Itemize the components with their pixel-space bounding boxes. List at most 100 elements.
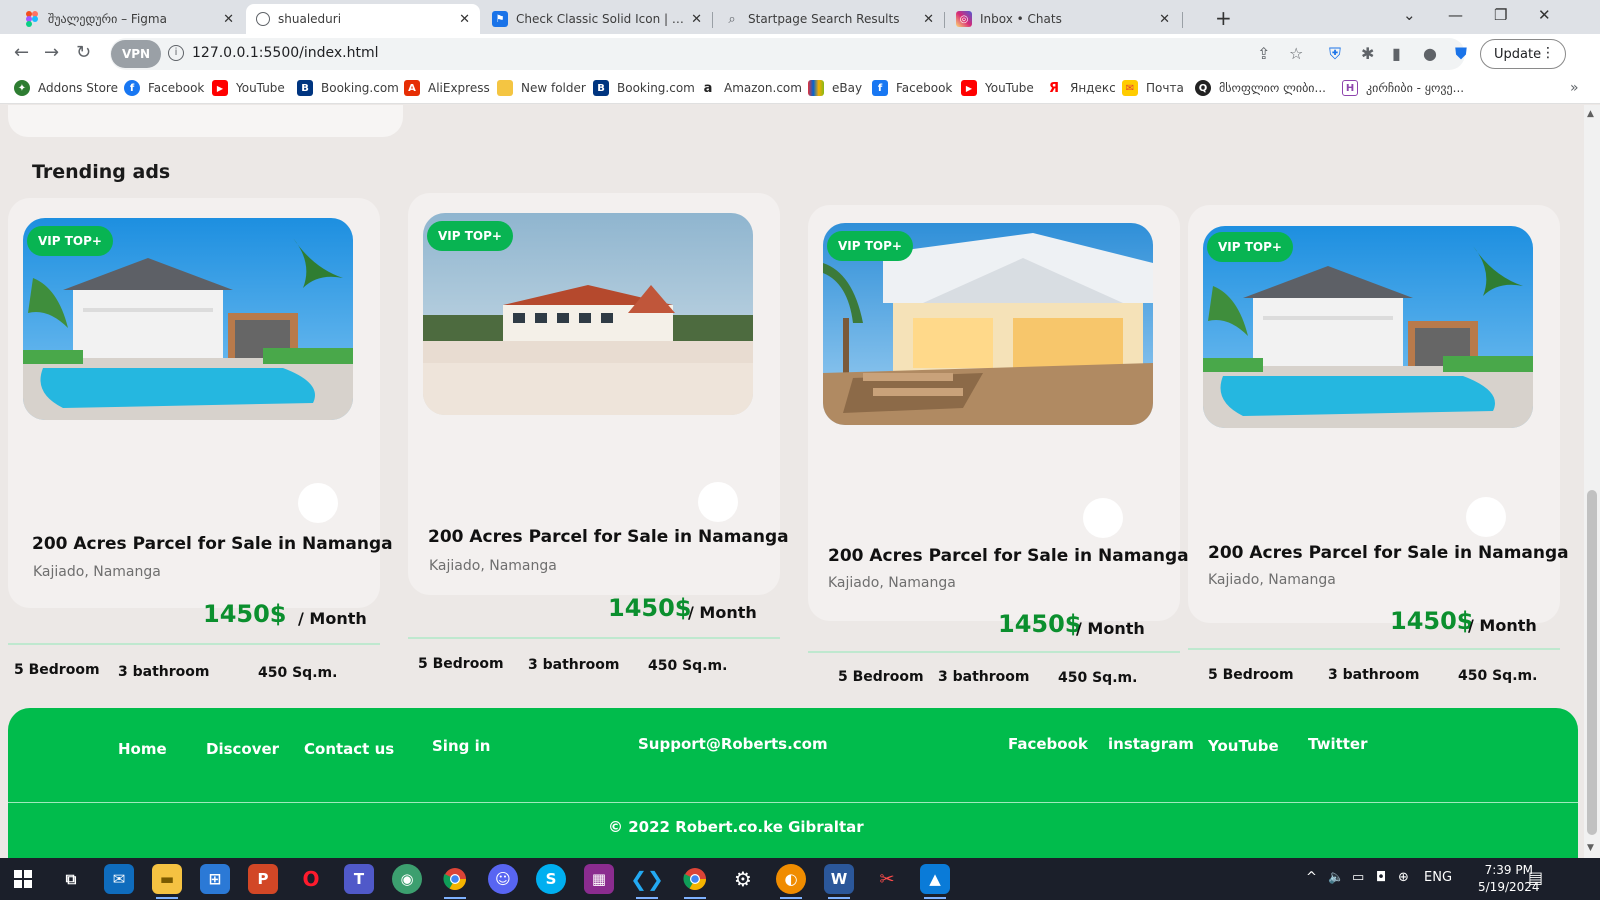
back-arrow-icon[interactable]: ← [14,42,29,63]
bookmark-star-icon[interactable]: ☆ [1289,44,1303,63]
youtube-icon: ▶ [212,80,228,96]
tab-close-icon[interactable]: ✕ [923,12,934,27]
menu-dots-icon[interactable]: ⋮ [1541,45,1555,61]
bookmark-georgian-1[interactable]: Qმსოფლიო ლიბი... [1195,80,1326,96]
site-info-icon[interactable]: i [168,45,184,61]
tab-shualeduri[interactable]: shualeduri ✕ [246,4,480,34]
property-card[interactable]: VIP TOP+ 200 Acres Parcel for Sale in Na… [808,205,1189,686]
update-button[interactable]: Update ⋮ [1480,39,1566,69]
tab-figma[interactable]: შუალედური – Figma ✕ [14,4,244,34]
minimize-icon[interactable]: — [1448,6,1463,24]
more-bookmarks-icon[interactable]: » [1570,80,1579,96]
tab-close-icon[interactable]: ✕ [459,12,470,27]
teams-icon[interactable]: T [344,864,374,894]
presentation-app-icon[interactable]: P [248,864,278,894]
share-icon[interactable]: ⇪ [1257,44,1270,63]
bookmark-new-folder[interactable]: New folder [497,80,586,96]
footer-link-facebook[interactable]: Facebook [1008,735,1088,753]
mail-app-icon[interactable]: ✉ [104,864,134,894]
footer-support-email[interactable]: Support@Roberts.com [638,735,828,753]
snipping-tool-icon[interactable]: ✂ [872,864,902,894]
winrar-icon[interactable]: ▦ [584,864,614,894]
scroll-down-arrow-icon[interactable]: ▼ [1587,843,1594,853]
bookmark-pochta[interactable]: ✉ Почта [1122,80,1184,96]
windows-start-icon[interactable] [8,864,38,894]
skype-icon[interactable]: S [536,864,566,894]
footer-link-twitter[interactable]: Twitter [1308,735,1368,753]
footer-link-youtube[interactable]: YouTube [1208,737,1279,755]
chrome-profile-icon[interactable] [680,864,710,899]
discord-icon[interactable]: ☺ [488,864,518,894]
bookmark-yandex[interactable]: Я Яндекс [1046,80,1116,96]
globe-app-icon[interactable]: ◉ [392,864,422,894]
chrome-icon[interactable] [440,864,470,899]
tab-startpage[interactable]: ⌕ Startpage Search Results ✕ [714,4,944,34]
store-icon[interactable]: ⊞ [200,864,230,894]
tab-instagram[interactable]: ◎ Inbox • Chats ✕ [946,4,1180,34]
bookmark-aliexpress[interactable]: A AliExpress [404,80,490,96]
bookmark-youtube-2[interactable]: ▶ YouTube [961,80,1034,96]
bookmark-facebook[interactable]: f Facebook [124,80,204,96]
footer-link-home[interactable]: Home [118,740,167,758]
footer-link-contact[interactable]: Contact us [304,740,394,758]
footer-link-instagram[interactable]: instagram [1108,735,1194,753]
vscode-icon[interactable]: ❮❯ [630,864,664,899]
battery-icon[interactable]: ▭ [1352,870,1364,885]
footer-link-sign-in[interactable]: Sing in [432,737,490,755]
network-globe-icon[interactable]: ⊕ [1398,870,1409,885]
tab-close-icon[interactable]: ✕ [223,12,234,27]
price-period: / Month [1076,619,1145,638]
shield-extension-icon[interactable]: ⛨ [1329,44,1341,64]
photos-icon[interactable]: ▲ [920,864,950,899]
opera-icon[interactable]: O [296,864,326,894]
bookmark-georgian-2[interactable]: Hკირჩიბი - ყოვე... [1342,80,1464,96]
bookmark-facebook-2[interactable]: f Facebook [872,80,952,96]
vpn-shield-icon[interactable]: ⛊ [1455,44,1467,64]
file-explorer-icon[interactable]: ▬ [152,864,182,899]
forward-arrow-icon[interactable]: → [44,42,59,63]
tray-chevron-icon[interactable]: ^ [1306,870,1317,885]
favorite-button[interactable] [698,482,738,522]
bookmark-ebay[interactable]: eBay [808,80,862,96]
tab-close-icon[interactable]: ✕ [691,12,702,27]
task-view-icon[interactable]: ⧉ [56,864,86,894]
favorite-button[interactable] [298,483,338,523]
property-card[interactable]: VIP TOP+ 200 Acres Parcel for Sale in Na… [408,193,789,674]
property-price: 1450$ [203,600,287,628]
side-panel-icon[interactable]: ▮ [1392,44,1401,63]
bookmark-amazon[interactable]: a Amazon.com [700,80,802,96]
bedroom-count: 5 Bedroom [838,669,924,685]
property-card[interactable]: VIP TOP+ 200 Acres Parcel for Sale in Na… [1188,205,1569,684]
bookmark-addons-store[interactable]: ✦ Addons Store [14,80,118,96]
price-period: / Month [1468,616,1537,635]
url-field[interactable]: 127.0.0.1:5500/index.html [192,45,379,61]
language-indicator[interactable]: ENG [1424,870,1452,885]
window-close-icon[interactable]: ✕ [1538,6,1551,24]
bookmark-booking-2[interactable]: B Booking.com [593,80,695,96]
tab-search-chevron-icon[interactable]: ⌄ [1403,6,1416,24]
camera-icon[interactable]: ◘ [1376,870,1386,885]
extensions-puzzle-icon[interactable]: ✱ [1361,44,1374,63]
tab-close-icon[interactable]: ✕ [1159,12,1170,27]
property-card[interactable]: VIP TOP+ 200 Acres Parcel for Sale in Na… [8,198,393,681]
page-scrollbar[interactable]: ▲ ▼ [1584,105,1600,858]
vpn-button[interactable]: VPN [111,40,161,68]
restore-icon[interactable]: ❐ [1494,6,1507,24]
notification-icon[interactable]: ▤ [1528,868,1543,887]
tab-font-awesome[interactable]: ⚑ Check Classic Solid Icon | Font A ✕ [482,4,712,34]
vpn-app-icon[interactable]: ◐ [776,864,806,899]
scroll-up-arrow-icon[interactable]: ▲ [1587,109,1594,119]
word-icon[interactable]: W [824,864,854,899]
favorite-button[interactable] [1083,498,1123,538]
bookmark-label: AliExpress [428,81,490,95]
footer-link-discover[interactable]: Discover [206,740,279,758]
volume-icon[interactable]: 🔈 [1328,870,1344,885]
bookmark-booking[interactable]: B Booking.com [297,80,399,96]
new-tab-icon[interactable]: + [1215,6,1232,30]
profile-icon[interactable]: ● [1423,44,1437,63]
favorite-button[interactable] [1466,497,1506,537]
reload-icon[interactable]: ↻ [76,42,91,63]
scrollbar-thumb[interactable] [1587,490,1597,835]
bookmark-youtube[interactable]: ▶ YouTube [212,80,285,96]
settings-gear-icon[interactable]: ⚙ [728,864,758,894]
